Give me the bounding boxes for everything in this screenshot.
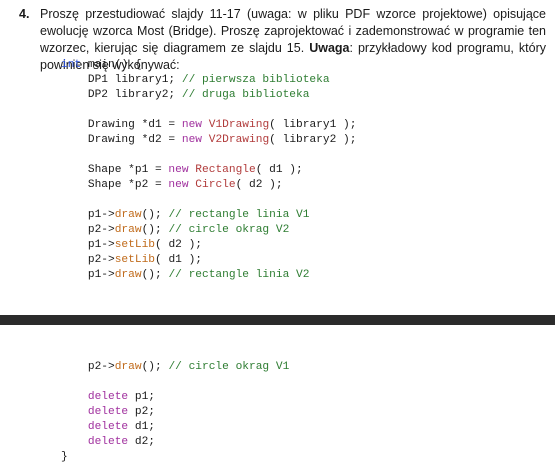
code-line: Shape *p1 = new Rectangle( d1 ); [61,164,303,176]
keyword-new: new [168,179,189,191]
code-comment: // pierwsza biblioteka [181,74,330,86]
class-name: Rectangle [195,164,256,176]
code-block-bottom: p2->draw(); // circle okrag V1 delete p1… [61,360,289,465]
keyword-new: new [181,119,203,131]
code-line: DP1 library1; // pierwsza biblioteka [61,74,330,86]
page-break-divider [0,315,555,325]
code-line: p2->draw(); // circle okrag V2 [61,224,290,236]
code-line: p1->setLib( d2 ); [61,239,203,251]
code-line: delete d2; [61,436,155,448]
code-comment: // circle okrag V1 [168,361,290,373]
code-line: delete p1; [61,391,155,403]
keyword-int: int [61,59,82,71]
main-signature: main() { [81,59,142,71]
method-name: setLib [114,254,156,266]
code-line: Shape *p2 = new Circle( d2 ); [61,179,283,191]
code-comment: // druga biblioteka [181,89,310,101]
keyword-delete: delete [61,406,129,418]
method-name: draw [114,361,142,373]
code-line: Drawing *d2 = new V2Drawing( library2 ); [61,134,357,146]
code-line: DP2 library2; // druga biblioteka [61,89,310,101]
keyword-delete: delete [61,421,129,433]
code-line: p2->setLib( d1 ); [61,254,203,266]
keyword-delete: delete [61,436,129,448]
closing-brace: } [61,451,68,463]
class-name: Circle [195,179,236,191]
keyword-new: new [168,164,189,176]
method-name: draw [114,269,142,281]
code-line: p1->draw(); // rectangle linia V1 [61,209,310,221]
task-number: 4. [19,7,30,21]
code-line: Drawing *d1 = new V1Drawing( library1 ); [61,119,357,131]
keyword-new: new [181,134,203,146]
task-note-label: Uwaga [309,41,350,55]
code-line: delete d1; [61,421,155,433]
code-line: p1->draw(); // rectangle linia V2 [61,269,310,281]
method-name: draw [114,209,142,221]
class-name: V1Drawing [208,119,270,131]
code-comment: // rectangle linia V1 [168,209,310,221]
method-name: draw [114,224,142,236]
keyword-delete: delete [61,391,129,403]
code-line: p2->draw(); // circle okrag V1 [61,361,290,373]
code-block-top: int main() { DP1 library1; // pierwsza b… [61,58,356,283]
method-name: setLib [114,239,156,251]
code-comment: // circle okrag V2 [168,224,290,236]
class-name: V2Drawing [208,134,270,146]
code-line: delete p2; [61,406,155,418]
code-comment: // rectangle linia V2 [168,269,310,281]
